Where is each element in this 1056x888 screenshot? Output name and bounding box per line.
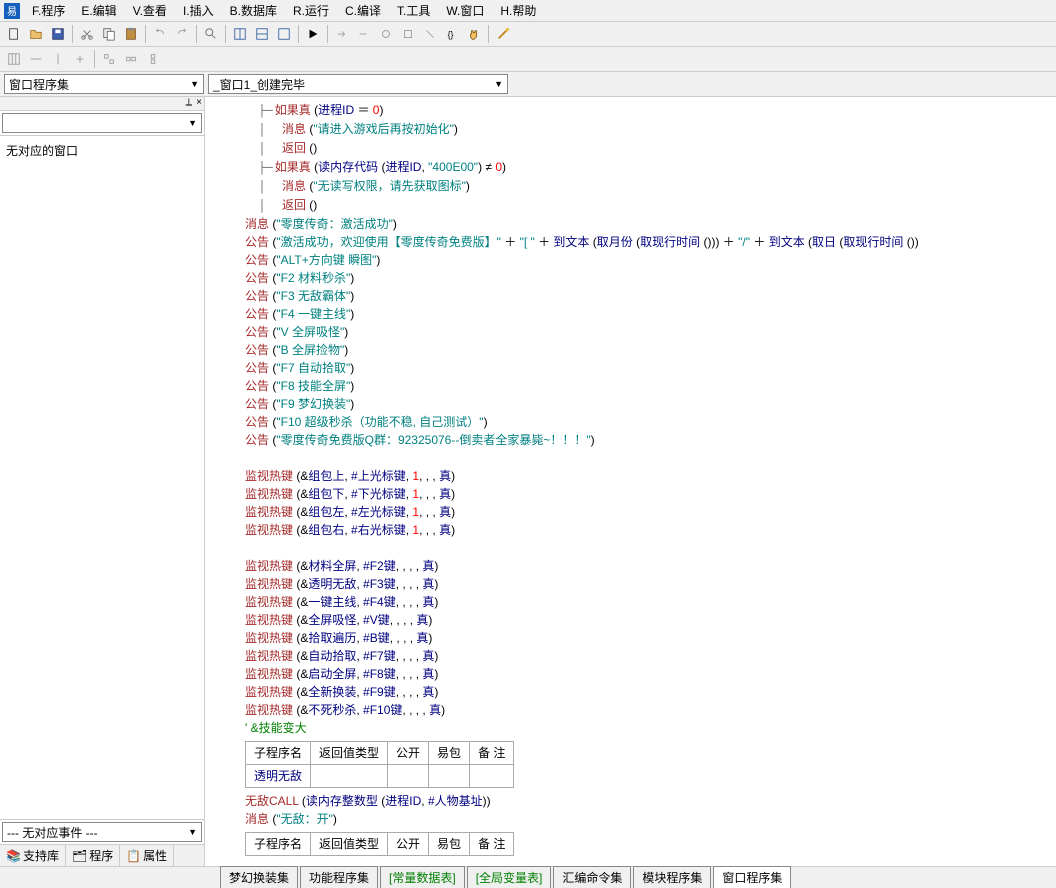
tree-area[interactable]: 无对应的窗口 bbox=[0, 136, 204, 820]
menu-help[interactable]: H.帮助 bbox=[492, 2, 544, 19]
cut-icon[interactable] bbox=[77, 24, 97, 44]
dock-bar: ⟂ × bbox=[0, 97, 204, 111]
menu-edit[interactable]: E.编辑 bbox=[73, 2, 124, 19]
tree-icon: 🗂 bbox=[72, 849, 87, 863]
layout2-icon[interactable] bbox=[252, 24, 272, 44]
tab-property[interactable]: 📋属性 bbox=[120, 845, 174, 866]
menu-program[interactable]: F.程序 bbox=[24, 2, 73, 19]
main-area: ⟂ × ▼ 无对应的窗口 --- 无对应事件 --- ▼ 📚支持库 🗂程序 📋属性… bbox=[0, 97, 1056, 866]
step3-icon[interactable] bbox=[376, 24, 396, 44]
align1-icon[interactable] bbox=[26, 49, 46, 69]
toolbar-2 bbox=[0, 47, 1056, 72]
chevron-down-icon: ▼ bbox=[494, 79, 503, 89]
window-combo[interactable]: ▼ bbox=[2, 113, 202, 133]
grid-icon[interactable] bbox=[4, 49, 24, 69]
event-combo-text: --- 无对应事件 --- bbox=[7, 824, 98, 841]
dist1-icon[interactable] bbox=[99, 49, 119, 69]
prop-icon: 📋 bbox=[126, 849, 141, 863]
object-combo[interactable]: 窗口程序集 ▼ bbox=[4, 74, 204, 94]
align2-icon[interactable] bbox=[48, 49, 68, 69]
chevron-down-icon: ▼ bbox=[188, 118, 197, 128]
sub-table-2: 子程序名返回值类型公开易包备 注 bbox=[245, 832, 514, 856]
save-icon[interactable] bbox=[48, 24, 68, 44]
layout1-icon[interactable] bbox=[230, 24, 250, 44]
run-icon[interactable] bbox=[303, 24, 323, 44]
menu-bar: 易 F.程序 E.编辑 V.查看 I.插入 B.数据库 R.运行 C.编译 T.… bbox=[0, 0, 1056, 22]
event-combo[interactable]: --- 无对应事件 --- ▼ bbox=[2, 822, 202, 842]
event-combo-row: --- 无对应事件 --- ▼ bbox=[0, 820, 204, 844]
btab-module[interactable]: 模块程序集 bbox=[633, 866, 711, 888]
sub-table-1: 子程序名返回值类型公开易包备 注透明无敌 bbox=[245, 741, 514, 788]
step-icon[interactable] bbox=[332, 24, 352, 44]
new-file-icon[interactable] bbox=[4, 24, 24, 44]
step4-icon[interactable] bbox=[398, 24, 418, 44]
separator bbox=[196, 25, 197, 43]
btab-window[interactable]: 窗口程序集 bbox=[713, 866, 791, 888]
object-combo-text: 窗口程序集 bbox=[9, 76, 69, 93]
copy-icon[interactable] bbox=[99, 24, 119, 44]
tab-program[interactable]: 🗂程序 bbox=[66, 845, 120, 866]
menu-view[interactable]: V.查看 bbox=[125, 2, 175, 19]
svg-text:{}: {} bbox=[448, 30, 454, 40]
find-icon[interactable] bbox=[201, 24, 221, 44]
left-combo-row: ▼ bbox=[0, 111, 204, 136]
layout3-icon[interactable] bbox=[274, 24, 294, 44]
btab-global[interactable]: [全局变量表] bbox=[467, 866, 552, 888]
separator bbox=[488, 25, 489, 43]
dist2-icon[interactable] bbox=[121, 49, 141, 69]
separator bbox=[145, 25, 146, 43]
menu-compile[interactable]: C.编译 bbox=[337, 2, 389, 19]
proc-combo-text: _窗口1_创建完毕 bbox=[213, 76, 305, 93]
menu-tools[interactable]: T.工具 bbox=[389, 2, 438, 19]
open-file-icon[interactable] bbox=[26, 24, 46, 44]
menu-run[interactable]: R.运行 bbox=[285, 2, 337, 19]
step5-icon[interactable] bbox=[420, 24, 440, 44]
pin-icon[interactable]: ⟂ bbox=[185, 97, 192, 110]
menu-database[interactable]: B.数据库 bbox=[222, 2, 285, 19]
close-icon[interactable]: × bbox=[196, 97, 202, 110]
menu-insert[interactable]: I.插入 bbox=[175, 2, 222, 19]
toolbar-1: {} bbox=[0, 22, 1056, 47]
left-panel: ⟂ × ▼ 无对应的窗口 --- 无对应事件 --- ▼ 📚支持库 🗂程序 📋属性 bbox=[0, 97, 205, 866]
btab-const[interactable]: [常量数据表] bbox=[380, 866, 465, 888]
separator bbox=[225, 25, 226, 43]
btab-func[interactable]: 功能程序集 bbox=[300, 866, 378, 888]
separator bbox=[327, 25, 328, 43]
chevron-down-icon: ▼ bbox=[188, 827, 197, 837]
dist3-icon[interactable] bbox=[143, 49, 163, 69]
step6-icon[interactable]: {} bbox=[442, 24, 462, 44]
redo-icon[interactable] bbox=[172, 24, 192, 44]
btab-asm[interactable]: 汇编命令集 bbox=[553, 866, 631, 888]
btab-dream[interactable]: 梦幻换装集 bbox=[220, 866, 298, 888]
separator bbox=[72, 25, 73, 43]
paste-icon[interactable] bbox=[121, 24, 141, 44]
tab-support-lib[interactable]: 📚支持库 bbox=[0, 845, 66, 866]
chevron-down-icon: ▼ bbox=[190, 79, 199, 89]
proc-combo[interactable]: _窗口1_创建完毕 ▼ bbox=[208, 74, 508, 94]
separator bbox=[298, 25, 299, 43]
menu-window[interactable]: W.窗口 bbox=[438, 2, 492, 19]
book-icon: 📚 bbox=[6, 849, 21, 863]
hand-icon[interactable] bbox=[464, 24, 484, 44]
combo-row: 窗口程序集 ▼ _窗口1_创建完毕 ▼ bbox=[0, 72, 1056, 97]
separator bbox=[94, 50, 95, 68]
undo-icon[interactable] bbox=[150, 24, 170, 44]
left-tabs: 📚支持库 🗂程序 📋属性 bbox=[0, 844, 204, 866]
app-icon: 易 bbox=[4, 3, 20, 19]
wand-icon[interactable] bbox=[493, 24, 513, 44]
bottom-tabs: 梦幻换装集 功能程序集 [常量数据表] [全局变量表] 汇编命令集 模块程序集 … bbox=[0, 866, 1056, 888]
step2-icon[interactable] bbox=[354, 24, 374, 44]
no-window-label: 无对应的窗口 bbox=[4, 140, 200, 161]
code-editor[interactable]: ├─如果真 (进程ID ＝ 0) │ 消息 ("请进入游戏后再按初始化") │ … bbox=[205, 97, 1056, 866]
align3-icon[interactable] bbox=[70, 49, 90, 69]
